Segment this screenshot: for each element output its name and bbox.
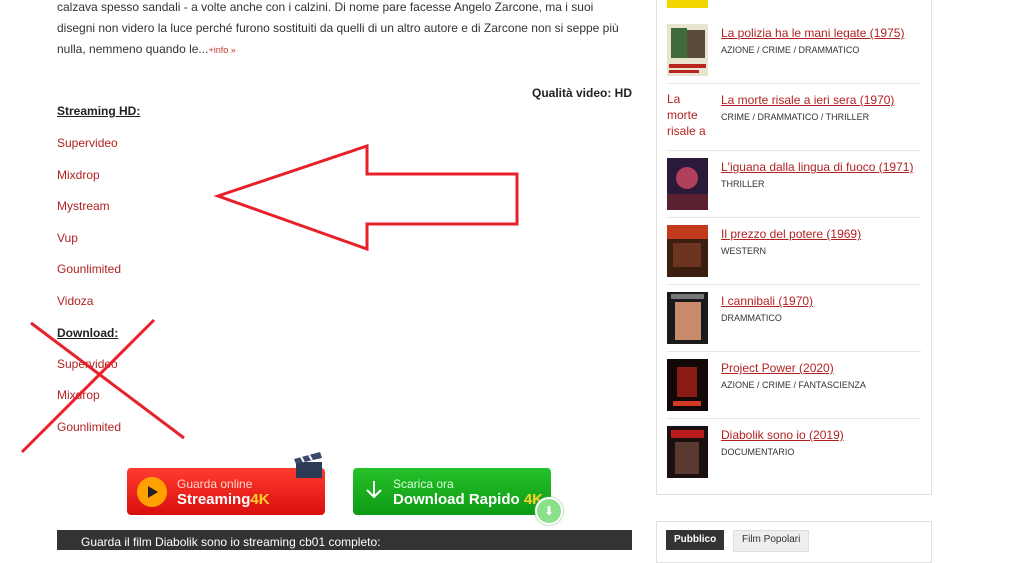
download-rapido-button[interactable]: Scarica ora Download Rapido 4K bbox=[353, 468, 551, 515]
watch-info-bar: Guarda il film Diabolik sono io streamin… bbox=[57, 530, 632, 550]
sidebar-item-genre: AZIONE / CRIME / DRAMMATICO bbox=[721, 45, 860, 55]
streaming-link-mixdrop[interactable]: Mixdrop bbox=[57, 168, 100, 182]
streaming-link-supervideo[interactable]: Supervideo bbox=[57, 136, 118, 150]
poster-thumb bbox=[667, 24, 708, 76]
sidebar-item-genre: DOCUMENTARIO bbox=[721, 447, 795, 457]
stream-button-4k: 4K bbox=[250, 490, 270, 508]
sidebar-related: La polizia ha le mani legate (1975) AZIO… bbox=[656, 0, 932, 495]
description-text: calzava spesso sandali - a volte anche c… bbox=[57, 0, 619, 56]
download-button-big: Download Rapido bbox=[393, 490, 520, 508]
annotation-arrow bbox=[213, 143, 519, 252]
sidebar-item[interactable]: Diabolik sono io (2019) DOCUMENTARIO bbox=[667, 419, 921, 485]
tab-film-popolari[interactable]: Film Popolari bbox=[733, 530, 810, 552]
sidebar-item-title[interactable]: Project Power (2020) bbox=[721, 361, 834, 375]
sidebar-item-genre: DRAMMATICO bbox=[721, 313, 782, 323]
streaming-link-vup[interactable]: Vup bbox=[57, 231, 78, 245]
video-quality-label: Qualità video: HD bbox=[531, 86, 632, 100]
sidebar-item[interactable]: Il prezzo del potere (1969) WESTERN bbox=[667, 218, 921, 285]
stream-button-small: Guarda online bbox=[177, 476, 253, 491]
clapperboard-icon bbox=[294, 452, 322, 478]
download-link-gounlimited[interactable]: Gounlimited bbox=[57, 420, 121, 434]
sidebar-item-title[interactable]: La morte risale a ieri sera (1970) bbox=[721, 93, 894, 107]
download-link-supervideo[interactable]: Supervideo bbox=[57, 357, 118, 371]
download-button-small: Scarica ora bbox=[393, 476, 454, 491]
sidebar-item-genre: CRIME / DRAMMATICO / THRILLER bbox=[721, 112, 870, 122]
sidebar-item-title[interactable]: I cannibali (1970) bbox=[721, 294, 813, 308]
film-description: calzava spesso sandali - a volte anche c… bbox=[57, 0, 632, 61]
poster-thumb bbox=[667, 359, 708, 411]
sidebar-item-genre: THRILLER bbox=[721, 179, 765, 189]
poster-thumb-partial bbox=[667, 0, 708, 8]
sidebar-item-title[interactable]: L'iguana dalla lingua di fuoco (1971) bbox=[721, 160, 913, 174]
download-link-mixdrop[interactable]: Mixdrop bbox=[57, 388, 100, 402]
play-icon bbox=[137, 476, 167, 507]
sidebar-item[interactable]: La polizia ha le mani legate (1975) AZIO… bbox=[667, 17, 921, 84]
sidebar-item-title[interactable]: La polizia ha le mani legate (1975) bbox=[721, 26, 904, 40]
sidebar-tabs-box: Pubblico Film Popolari bbox=[656, 521, 932, 563]
streaming-link-gounlimited[interactable]: Gounlimited bbox=[57, 262, 121, 276]
sidebar-item[interactable]: L'iguana dalla lingua di fuoco (1971) TH… bbox=[667, 151, 921, 218]
more-info-link[interactable]: +info » bbox=[208, 45, 235, 55]
sidebar-item-genre: AZIONE / CRIME / FANTASCIENZA bbox=[721, 380, 866, 390]
tab-pubblico[interactable]: Pubblico bbox=[666, 530, 725, 550]
poster-thumb bbox=[667, 225, 708, 277]
sidebar-item-genre: WESTERN bbox=[721, 246, 766, 256]
streaming-heading: Streaming HD: bbox=[57, 104, 141, 118]
streaming-link-mystream[interactable]: Mystream bbox=[57, 199, 110, 213]
streaming-link-vidoza[interactable]: Vidoza bbox=[57, 294, 93, 308]
sidebar-item[interactable]: La morte risale a La morte risale a ieri… bbox=[667, 84, 921, 151]
sidebar-item-title[interactable]: Il prezzo del potere (1969) bbox=[721, 227, 861, 241]
download-heading: Download: bbox=[57, 326, 119, 340]
sidebar-item[interactable]: Project Power (2020) AZIONE / CRIME / FA… bbox=[667, 352, 921, 419]
poster-thumb bbox=[667, 292, 708, 344]
download-badge-icon: ⬇ bbox=[535, 497, 563, 525]
sidebar-item-title[interactable]: Diabolik sono io (2019) bbox=[721, 428, 844, 442]
download-arrow-icon bbox=[365, 480, 383, 503]
sidebar-item[interactable]: I cannibali (1970) DRAMMATICO bbox=[667, 285, 921, 352]
stream-button-big: Streaming bbox=[177, 490, 251, 508]
poster-thumb bbox=[667, 426, 708, 478]
broken-image-alt: La morte risale a bbox=[667, 92, 706, 138]
poster-thumb bbox=[667, 158, 708, 210]
